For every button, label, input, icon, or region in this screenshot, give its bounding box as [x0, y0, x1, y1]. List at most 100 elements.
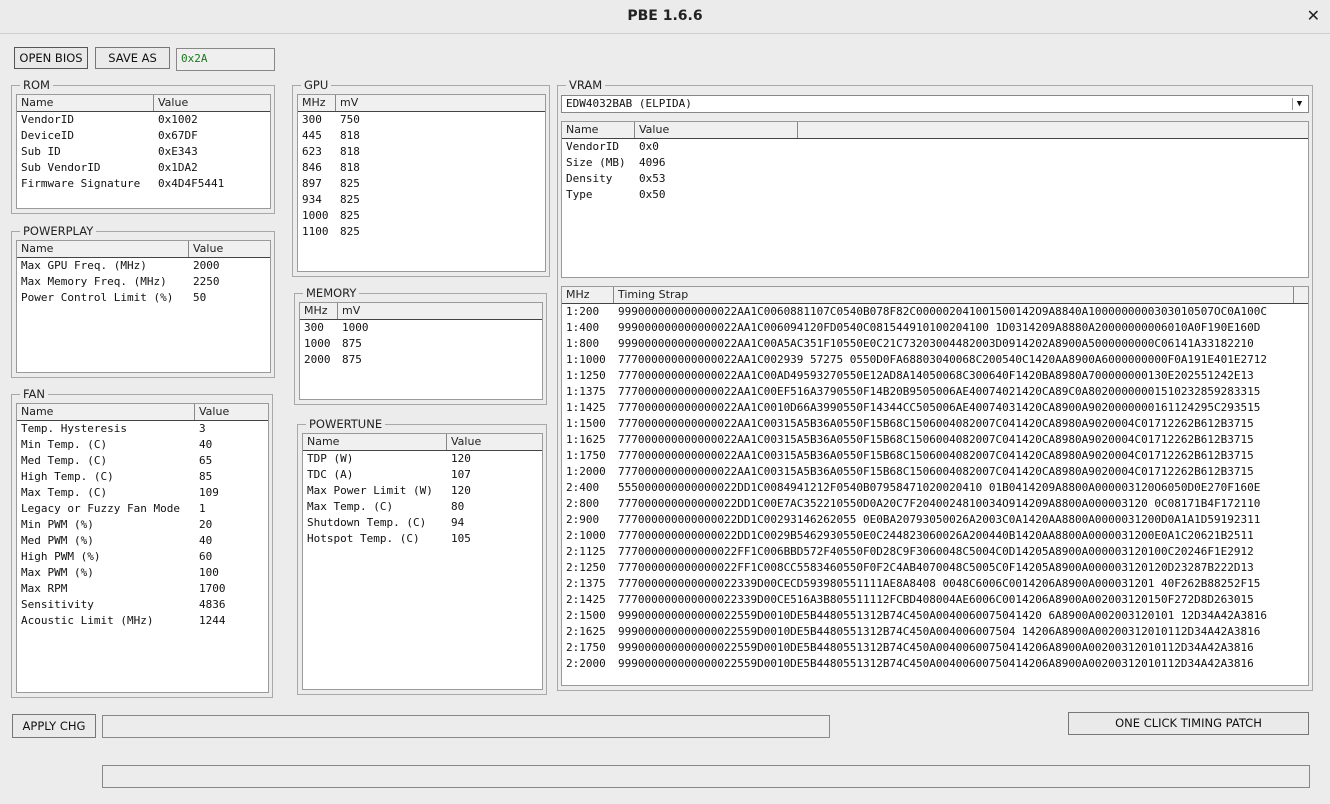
one-click-timing-patch-button[interactable]: ONE CLICK TIMING PATCH	[1068, 712, 1309, 735]
memory-col-mhz[interactable]: MHz	[300, 303, 338, 319]
powertune-col-name[interactable]: Name	[303, 434, 447, 450]
timing-row[interactable]: 1:1250 777000000000000022AA1C00AD49593270…	[562, 368, 1308, 384]
timing-row[interactable]: 1:1000 777000000000000022AA1C002939 57275…	[562, 352, 1308, 368]
powertune-table[interactable]: Name Value TDP (W) 120 TDC (A) 107 Max Power…	[302, 433, 543, 690]
timing-row[interactable]: 2:1425 777000000000000022339D00CE516A3B80…	[562, 592, 1308, 608]
timing-row[interactable]: 2:1750 999000000000000022559D0010DE5B4480…	[562, 640, 1308, 656]
fan-row[interactable]: Min Temp. (C) 40	[17, 437, 268, 453]
gpu-col-mv[interactable]: mV	[336, 95, 545, 111]
memory-row[interactable]: 1000 875	[300, 336, 542, 352]
powerplay-table[interactable]: Name Value Max GPU Freq. (MHz) 2000 Max Me…	[16, 240, 271, 373]
timing-row[interactable]: 2:1000 777000000000000022DD1C0029B5462930…	[562, 528, 1308, 544]
memory-col-mv[interactable]: mV	[338, 303, 542, 319]
timing-row[interactable]: 2:1375 777000000000000022339D00CECD593980…	[562, 576, 1308, 592]
powertune-row[interactable]: Max Power Limit (W) 120	[303, 483, 542, 499]
fan-row[interactable]: Temp. Hysteresis 3	[17, 421, 268, 437]
timing-row[interactable]: 1:1500 777000000000000022AA1C00315A5B36A0…	[562, 416, 1308, 432]
gpu-row[interactable]: 300 750	[298, 112, 545, 128]
timing-row[interactable]: 1:800 999000000000000022AA1C00A5AC351F105…	[562, 336, 1308, 352]
fan-row[interactable]: High PWM (%) 60	[17, 549, 268, 565]
vram-col-extra[interactable]	[798, 122, 1308, 138]
vram-row[interactable]: Type 0x50	[562, 187, 1308, 203]
memory-row[interactable]: 300 1000	[300, 320, 542, 336]
timing-row[interactable]: 1:200 999000000000000022AA1C0060881107C05…	[562, 304, 1308, 320]
apply-changes-button[interactable]: APPLY CHG	[12, 714, 96, 738]
powerplay-row-cell: 2000	[193, 259, 220, 272]
powertune-row[interactable]: TDC (A) 107	[303, 467, 542, 483]
gpu-row[interactable]: 623 818	[298, 144, 545, 160]
rom-row[interactable]: Firmware Signature 0x4D4F5441	[17, 176, 270, 192]
fan-col-value[interactable]: Value	[195, 404, 268, 420]
fan-title: FAN	[20, 387, 49, 401]
powertune-row[interactable]: Shutdown Temp. (C) 94	[303, 515, 542, 531]
vram-info-table[interactable]: Name Value VendorID 0x0 Size (MB) 4096 Densi…	[561, 121, 1309, 278]
rom-row[interactable]: VendorID 0x1002	[17, 112, 270, 128]
memory-row[interactable]: 2000 875	[300, 352, 542, 368]
fan-row[interactable]: Max RPM 1700	[17, 581, 268, 597]
timing-row[interactable]: 1:1750 777000000000000022AA1C00315A5B36A0…	[562, 448, 1308, 464]
save-as-button[interactable]: SAVE AS	[95, 47, 170, 69]
powertune-row[interactable]: Hotspot Temp. (C) 105	[303, 531, 542, 547]
timing-row[interactable]: 1:1625 777000000000000022AA1C00315A5B36A0…	[562, 432, 1308, 448]
rom-col-value[interactable]: Value	[154, 95, 270, 111]
rom-row[interactable]: Sub VendorID 0x1DA2	[17, 160, 270, 176]
timing-row[interactable]: 1:2000 777000000000000022AA1C00315A5B36A0…	[562, 464, 1308, 480]
timing-row[interactable]: 1:1425 777000000000000022AA1C0010D66A3990…	[562, 400, 1308, 416]
fan-row[interactable]: Legacy or Fuzzy Fan Mode 1	[17, 501, 268, 517]
fan-row[interactable]: Acoustic Limit (MHz) 1244	[17, 613, 268, 629]
rom-row[interactable]: Sub ID 0xE343	[17, 144, 270, 160]
fan-row[interactable]: Min PWM (%) 20	[17, 517, 268, 533]
timing-row[interactable]: 2:800 777000000000000022DD1C00E7AC3522105…	[562, 496, 1308, 512]
gpu-row[interactable]: 1000 825	[298, 208, 545, 224]
gpu-row[interactable]: 897 825	[298, 176, 545, 192]
memory-table[interactable]: MHz mV 300 1000 1000 875 2000 875	[299, 302, 543, 400]
open-bios-button[interactable]: OPEN BIOS	[14, 47, 88, 69]
chevron-down-icon[interactable]: ▼	[1292, 98, 1306, 110]
gpu-row[interactable]: 445 818	[298, 128, 545, 144]
fan-col-name[interactable]: Name	[17, 404, 195, 420]
fan-row[interactable]: Med Temp. (C) 65	[17, 453, 268, 469]
timing-row[interactable]: 2:2000 999000000000000022559D0010DE5B4480…	[562, 656, 1308, 672]
timing-row[interactable]: 2:1625 999000000000000022559D0010DE5B4480…	[562, 624, 1308, 640]
rom-col-name[interactable]: Name	[17, 95, 154, 111]
timing-row[interactable]: 1:1375 777000000000000022AA1C00EF516A3790…	[562, 384, 1308, 400]
timing-row[interactable]: 2:900 777000000000000022DD1C0029314626205…	[562, 512, 1308, 528]
fan-row[interactable]: Med PWM (%) 40	[17, 533, 268, 549]
offset-field[interactable]: 0x2A	[176, 48, 275, 71]
powerplay-row[interactable]: Power Control Limit (%) 50	[17, 290, 270, 306]
timing-row[interactable]: 2:1125 777000000000000022FF1C006BBD572F40…	[562, 544, 1308, 560]
fan-row[interactable]: High Temp. (C) 85	[17, 469, 268, 485]
timing-row[interactable]: 2:1250 777000000000000022FF1C008CC5583460…	[562, 560, 1308, 576]
fan-row[interactable]: Max PWM (%) 100	[17, 565, 268, 581]
fan-table[interactable]: Name Value Temp. Hysteresis 3 Min Temp. (C…	[16, 403, 269, 693]
vram-col-name[interactable]: Name	[562, 122, 635, 138]
fan-row[interactable]: Max Temp. (C) 109	[17, 485, 268, 501]
fan-row[interactable]: Sensitivity 4836	[17, 597, 268, 613]
timing-col-mhz[interactable]: MHz	[562, 287, 614, 303]
rom-row[interactable]: DeviceID 0x67DF	[17, 128, 270, 144]
powerplay-col-value[interactable]: Value	[189, 241, 270, 257]
vram-row[interactable]: VendorID 0x0	[562, 139, 1308, 155]
gpu-table[interactable]: MHz mV 300 750 445 818 623 818 846 818 897 825 934…	[297, 94, 546, 272]
powerplay-row[interactable]: Max GPU Freq. (MHz) 2000	[17, 258, 270, 274]
rom-table[interactable]: Name Value VendorID 0x1002 DeviceID 0x67DF S…	[16, 94, 271, 209]
powertune-col-value[interactable]: Value	[447, 434, 542, 450]
timing-row[interactable]: 2:400 555000000000000022DD1C0084941212F05…	[562, 480, 1308, 496]
vram-row[interactable]: Density 0x53	[562, 171, 1308, 187]
gpu-row[interactable]: 846 818	[298, 160, 545, 176]
powertune-row[interactable]: TDP (W) 120	[303, 451, 542, 467]
close-icon[interactable]: ✕	[1307, 6, 1320, 25]
powerplay-col-name[interactable]: Name	[17, 241, 189, 257]
vram-select[interactable]: EDW4032BAB (ELPIDA) ▼	[561, 95, 1309, 113]
timing-col-strap[interactable]: Timing Strap	[614, 287, 1294, 303]
vram-row[interactable]: Size (MB) 4096	[562, 155, 1308, 171]
timing-table[interactable]: MHz Timing Strap 1:200 999000000000000022…	[561, 286, 1309, 686]
timing-row[interactable]: 2:1500 999000000000000022559D0010DE5B4480…	[562, 608, 1308, 624]
timing-row[interactable]: 1:400 999000000000000022AA1C006094120FD05…	[562, 320, 1308, 336]
gpu-row[interactable]: 1100 825	[298, 224, 545, 240]
powerplay-row[interactable]: Max Memory Freq. (MHz) 2250	[17, 274, 270, 290]
gpu-row[interactable]: 934 825	[298, 192, 545, 208]
powertune-row[interactable]: Max Temp. (C) 80	[303, 499, 542, 515]
vram-col-value[interactable]: Value	[635, 122, 798, 138]
gpu-col-mhz[interactable]: MHz	[298, 95, 336, 111]
